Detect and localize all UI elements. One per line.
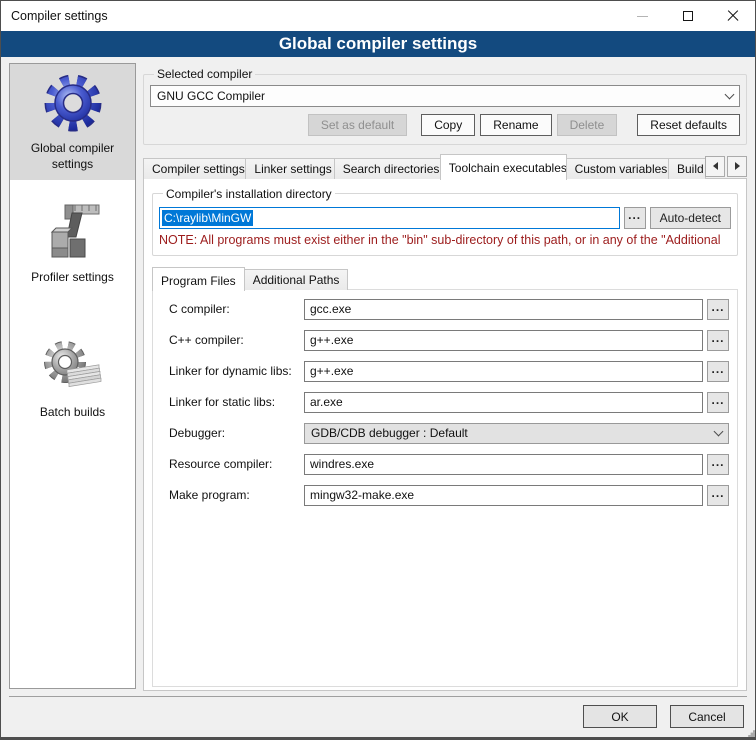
dynamic-linker-input[interactable]: g++.exe <box>304 361 703 382</box>
install-dir-browse-button[interactable]: ... <box>624 207 646 229</box>
chevron-down-icon <box>714 426 724 436</box>
tab-scroll-left-button[interactable] <box>705 156 725 177</box>
make-program-browse-button[interactable]: ... <box>707 485 729 506</box>
program-files-tab-control: Program Files Additional Paths C compile… <box>152 266 738 687</box>
dynamic-linker-browse-button[interactable]: ... <box>707 361 729 382</box>
field-row-debugger: Debugger: GDB/CDB debugger : Default <box>169 423 729 444</box>
cpp-compiler-browse-button[interactable]: ... <box>707 330 729 351</box>
selected-compiler-group-title: Selected compiler <box>154 67 255 81</box>
sidebar-item-label: Batch builds <box>36 404 109 420</box>
field-row-static-linker: Linker for static libs: ar.exe ... <box>169 392 729 413</box>
toolchain-executables-page: Compiler's installation directory C:\ray… <box>143 178 747 691</box>
field-value: mingw32-make.exe <box>310 488 414 502</box>
sidebar-item-batch-builds[interactable]: Batch builds <box>10 334 135 420</box>
field-row-resource-compiler: Resource compiler: windres.exe ... <box>169 454 729 475</box>
field-label: Linker for static libs: <box>169 395 304 409</box>
reset-defaults-button[interactable]: Reset defaults <box>637 114 740 136</box>
set-as-default-button[interactable]: Set as default <box>308 114 407 136</box>
field-row-make-program: Make program: mingw32-make.exe ... <box>169 485 729 506</box>
maximize-icon <box>683 11 693 21</box>
tab-program-files[interactable]: Program Files <box>152 267 245 291</box>
install-dir-row: C:\raylib\MinGW ... Auto-detect <box>159 207 731 229</box>
window-title: Compiler settings <box>11 9 108 23</box>
dialog-content: Global compiler settings Prof <box>1 57 755 691</box>
field-label: Make program: <box>169 488 304 502</box>
auto-detect-button[interactable]: Auto-detect <box>650 207 731 229</box>
field-value: g++.exe <box>310 333 353 347</box>
tab-scroll-arrows <box>705 156 747 177</box>
minimize-button[interactable] <box>620 1 665 31</box>
install-dir-note: NOTE: All programs must exist either in … <box>159 233 731 247</box>
profiler-caliper-icon <box>41 199 105 263</box>
install-dir-input[interactable]: C:\raylib\MinGW <box>159 207 620 229</box>
compiler-select[interactable]: GNU GCC Compiler <box>150 85 740 107</box>
install-dir-value: C:\raylib\MinGW <box>162 210 253 226</box>
static-linker-input[interactable]: ar.exe <box>304 392 703 413</box>
settings-tabstrip: Compiler settings Linker settings Search… <box>143 153 747 179</box>
selected-compiler-group: Selected compiler GNU GCC Compiler Set a… <box>143 67 747 145</box>
arrow-right-icon <box>735 162 740 170</box>
sidebar-item-label: Profiler settings <box>27 269 118 285</box>
page-title: Global compiler settings <box>1 31 755 57</box>
field-value: ar.exe <box>310 395 343 409</box>
tab-build-options[interactable]: Build options <box>668 158 706 179</box>
debugger-select-value: GDB/CDB debugger : Default <box>311 426 715 440</box>
field-label: Debugger: <box>169 426 304 440</box>
static-linker-browse-button[interactable]: ... <box>707 392 729 413</box>
debugger-select[interactable]: GDB/CDB debugger : Default <box>304 423 729 444</box>
copy-button[interactable]: Copy <box>421 114 475 136</box>
field-value: windres.exe <box>310 457 374 471</box>
dialog-footer: OK Cancel <box>1 696 755 737</box>
install-dir-group-title: Compiler's installation directory <box>163 187 335 201</box>
blue-gear-icon <box>41 70 105 134</box>
window-controls <box>620 1 755 31</box>
sidebar-item-global-compiler-settings[interactable]: Global compiler settings <box>10 64 135 180</box>
c-compiler-browse-button[interactable]: ... <box>707 299 729 320</box>
field-value: gcc.exe <box>310 302 351 316</box>
main-panel: Selected compiler GNU GCC Compiler Set a… <box>143 63 747 691</box>
minimize-icon <box>637 16 648 17</box>
chevron-down-icon <box>725 89 735 99</box>
ok-button[interactable]: OK <box>583 705 657 728</box>
field-label: C compiler: <box>169 302 304 316</box>
sidebar-item-profiler-settings[interactable]: Profiler settings <box>10 199 135 285</box>
close-icon <box>727 10 739 22</box>
batch-builds-gear-icon <box>41 334 105 398</box>
field-label: Linker for dynamic libs: <box>169 364 304 378</box>
delete-button[interactable]: Delete <box>557 114 618 136</box>
field-row-dynamic-linker: Linker for dynamic libs: g++.exe ... <box>169 361 729 382</box>
rename-button[interactable]: Rename <box>480 114 551 136</box>
maximize-button[interactable] <box>665 1 710 31</box>
field-value: g++.exe <box>310 364 353 378</box>
tab-search-directories[interactable]: Search directories <box>334 158 441 179</box>
arrow-left-icon <box>713 162 718 170</box>
resource-compiler-input[interactable]: windres.exe <box>304 454 703 475</box>
program-tabstrip: Program Files Additional Paths <box>152 266 738 290</box>
c-compiler-input[interactable]: gcc.exe <box>304 299 703 320</box>
settings-sidebar: Global compiler settings Prof <box>9 63 136 689</box>
install-dir-group: Compiler's installation directory C:\ray… <box>152 187 738 256</box>
tab-linker-settings[interactable]: Linker settings <box>245 158 334 179</box>
cancel-button[interactable]: Cancel <box>670 705 744 728</box>
field-label: Resource compiler: <box>169 457 304 471</box>
tab-compiler-settings[interactable]: Compiler settings <box>143 158 246 179</box>
tab-additional-paths[interactable]: Additional Paths <box>244 269 349 290</box>
compiler-settings-dialog: Compiler settings Global compiler settin… <box>0 0 756 740</box>
tab-toolchain-executables[interactable]: Toolchain executables <box>440 154 567 180</box>
resource-compiler-browse-button[interactable]: ... <box>707 454 729 475</box>
make-program-input[interactable]: mingw32-make.exe <box>304 485 703 506</box>
field-label: C++ compiler: <box>169 333 304 347</box>
sidebar-item-label: Global compiler settings <box>10 140 135 172</box>
tab-custom-variables[interactable]: Custom variables <box>566 158 669 179</box>
tab-scroll-right-button[interactable] <box>727 156 747 177</box>
field-row-cpp-compiler: C++ compiler: g++.exe ... <box>169 330 729 351</box>
resize-grip[interactable] <box>751 733 753 735</box>
program-files-page: C compiler: gcc.exe ... C++ compiler: g+… <box>152 289 738 687</box>
title-bar: Compiler settings <box>1 1 755 31</box>
compiler-buttons-row: Set as default Copy Rename Delete Reset … <box>150 114 740 136</box>
close-button[interactable] <box>710 1 755 31</box>
compiler-select-value: GNU GCC Compiler <box>157 89 726 103</box>
cpp-compiler-input[interactable]: g++.exe <box>304 330 703 351</box>
field-row-c-compiler: C compiler: gcc.exe ... <box>169 299 729 320</box>
